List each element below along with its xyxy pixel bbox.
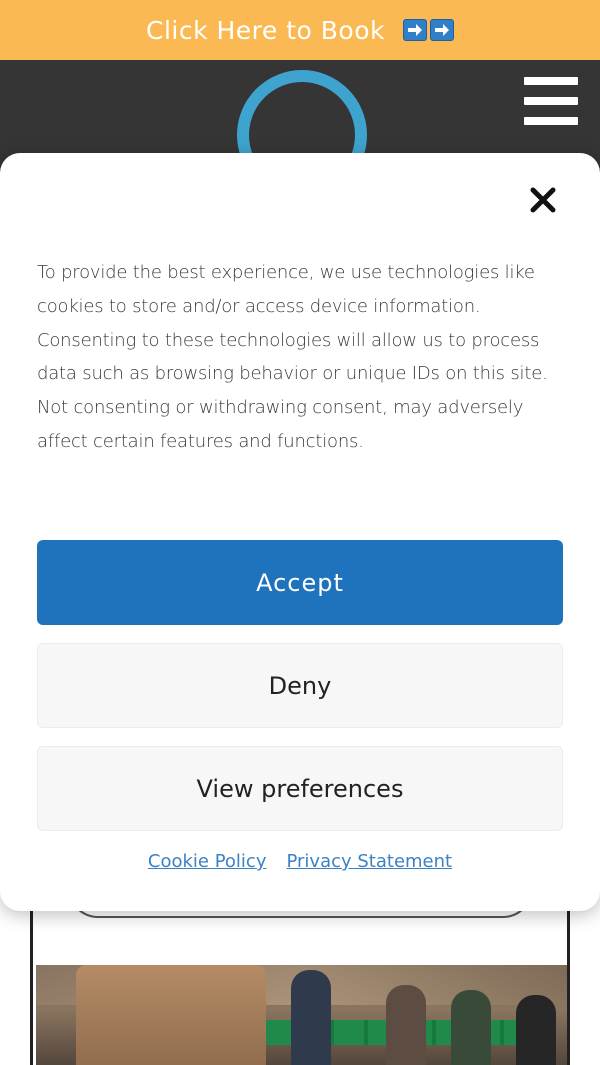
policy-links: Cookie Policy Privacy Statement bbox=[0, 851, 600, 872]
close-icon bbox=[530, 187, 556, 213]
view-preferences-button[interactable]: View preferences bbox=[37, 746, 563, 831]
privacy-statement-link[interactable]: Privacy Statement bbox=[286, 851, 452, 872]
cookie-policy-link[interactable]: Cookie Policy bbox=[148, 851, 267, 872]
cookie-message: To provide the best experience, we use t… bbox=[37, 262, 548, 452]
close-button[interactable] bbox=[526, 183, 560, 217]
accept-button[interactable]: Accept bbox=[37, 540, 563, 625]
cookie-consent-dialog: To provide the best experience, we use t… bbox=[0, 153, 600, 911]
deny-button[interactable]: Deny bbox=[37, 643, 563, 728]
